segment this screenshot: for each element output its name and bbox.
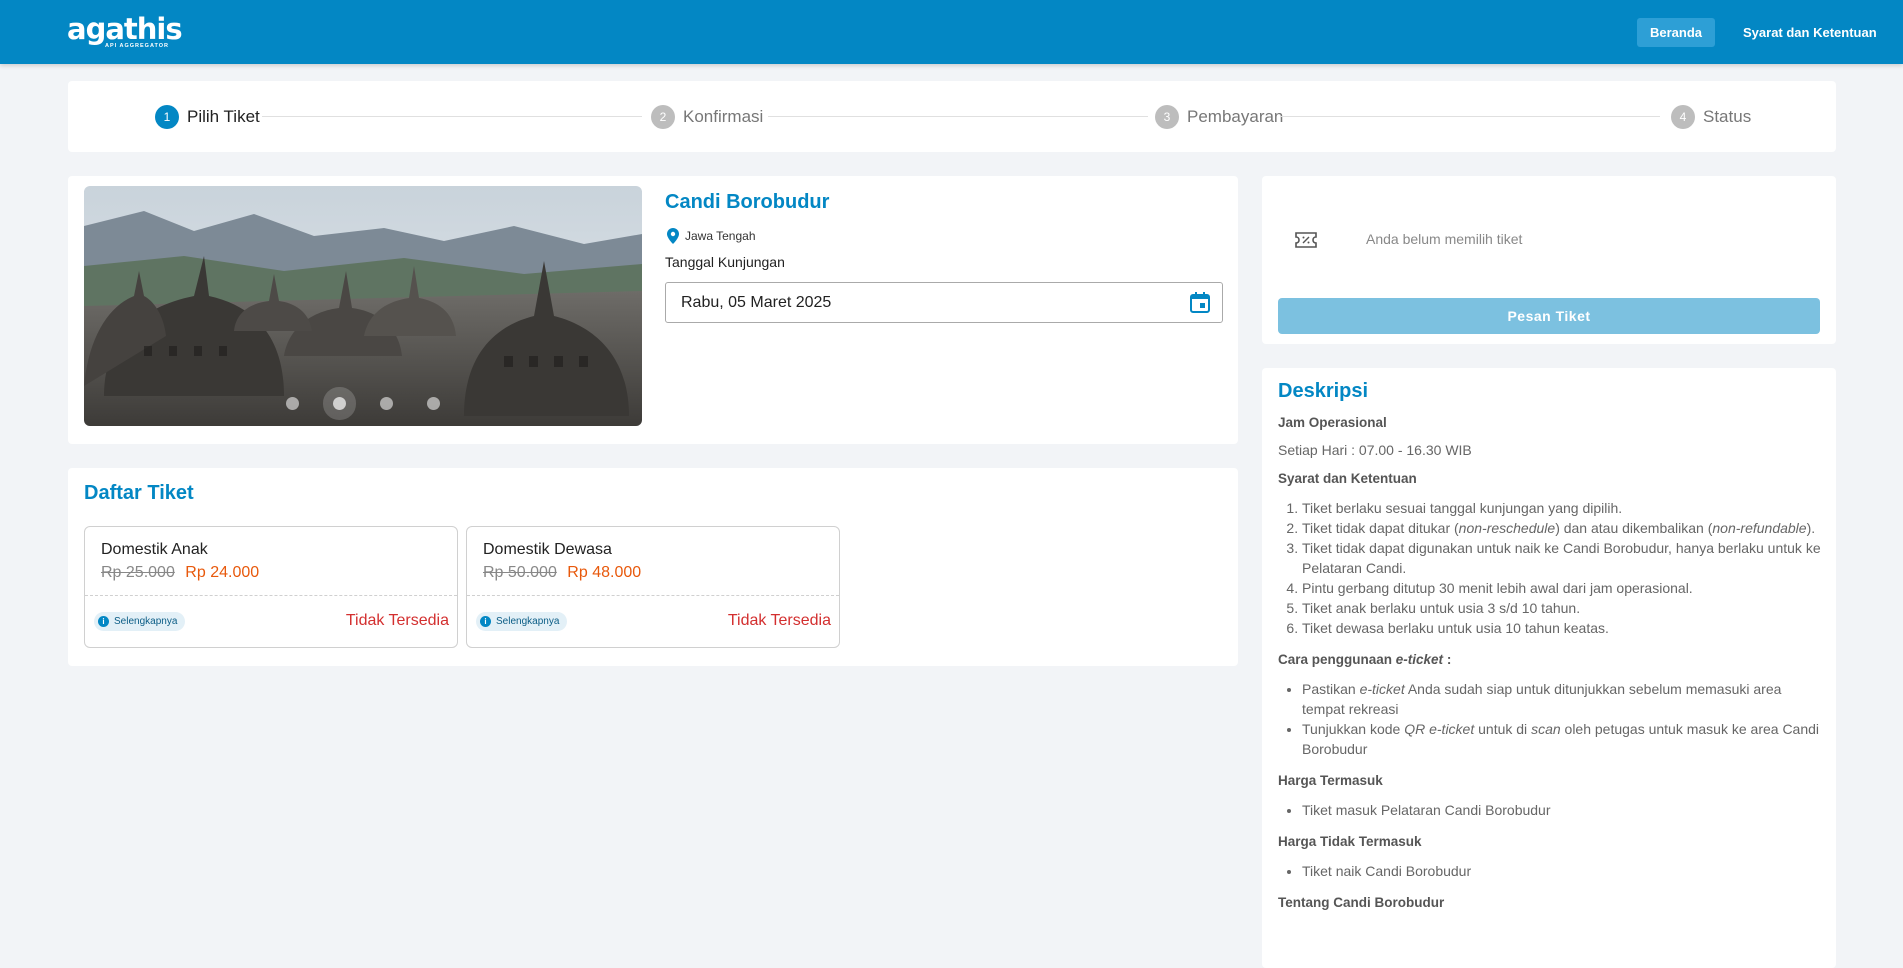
logo-tagline: API AGGREGATOR xyxy=(105,43,170,49)
step-konfirmasi: 2 Konfirmasi xyxy=(651,105,763,129)
step-pilih-tiket: 1 Pilih Tiket xyxy=(155,105,260,129)
step-number: 2 xyxy=(651,105,675,129)
usage-item: Tunjukkan kode QR e-ticket untuk di scan… xyxy=(1302,719,1823,759)
includes-list: Tiket masuk Pelataran Candi Borobudur xyxy=(1278,800,1823,820)
terms-item: Tiket tidak dapat ditukar (non-reschedul… xyxy=(1302,518,1823,538)
step-label: Status xyxy=(1703,107,1752,126)
terms-item: Tiket tidak dapat digunakan untuk naik k… xyxy=(1302,538,1823,578)
ticket-old-price: Rp 25.000 xyxy=(101,564,175,581)
excludes-heading: Harga Tidak Termasuk xyxy=(1278,834,1422,849)
terms-heading: Syarat dan Ketentuan xyxy=(1278,471,1417,486)
step-label: Pilih Tiket xyxy=(187,107,260,126)
ticket-availability: Tidak Tersedia xyxy=(727,612,831,629)
step-label: Konfirmasi xyxy=(683,107,764,126)
step-connector xyxy=(768,116,1148,117)
step-number: 1 xyxy=(155,105,179,129)
info-icon: i xyxy=(480,616,491,627)
order-summary-card: Anda belum memilih tiket Pesan Tiket xyxy=(1262,176,1836,344)
carousel-indicators xyxy=(84,397,642,410)
visit-date-value: Rabu, 05 Maret 2025 xyxy=(681,294,832,311)
excludes-list: Tiket naik Candi Borobudur xyxy=(1278,861,1823,881)
top-navbar: agathis API AGGREGATOR Beranda Syarat da… xyxy=(0,0,1903,64)
nav-home-button[interactable]: Beranda xyxy=(1637,18,1716,47)
hours-text: Setiap Hari : 07.00 - 16.30 WIB xyxy=(1278,442,1472,458)
includes-heading: Harga Termasuk xyxy=(1278,773,1383,788)
borobudur-photo xyxy=(84,186,642,426)
usage-list: Pastikan e-ticket Anda sudah siap untuk … xyxy=(1278,679,1823,759)
ticket-details-button[interactable]: i Selengkapnya xyxy=(94,612,186,631)
ticket-availability: Tidak Tersedia xyxy=(345,612,449,629)
order-ticket-button[interactable]: Pesan Tiket xyxy=(1278,298,1820,334)
includes-item: Tiket masuk Pelataran Candi Borobudur xyxy=(1302,800,1823,820)
calendar-icon[interactable] xyxy=(1190,292,1210,313)
ticket-name: Domestik Dewasa xyxy=(483,541,612,558)
terms-item: Tiket dewasa berlaku untuk usia 10 tahun… xyxy=(1302,618,1823,638)
terms-item: Tiket berlaku sesuai tanggal kunjungan y… xyxy=(1302,498,1823,518)
ticket-prices: Rp 50.000 Rp 48.000 xyxy=(483,564,641,582)
usage-heading: Cara penggunaan e-ticket : xyxy=(1278,652,1452,667)
agathis-logo[interactable]: agathis API AGGREGATOR xyxy=(67,12,183,50)
hours-heading: Jam Operasional xyxy=(1278,415,1387,430)
step-status: 4 Status xyxy=(1671,105,1751,129)
step-number: 4 xyxy=(1671,105,1695,129)
ticket-details-label: Selengkapnya xyxy=(114,616,178,627)
terms-list: Tiket berlaku sesuai tanggal kunjungan y… xyxy=(1278,498,1823,638)
ticket-icon xyxy=(1295,232,1317,248)
terms-item: Pintu gerbang ditutup 30 menit lebih awa… xyxy=(1302,578,1823,598)
step-number: 3 xyxy=(1155,105,1179,129)
logo-wordmark: agathis xyxy=(67,12,183,46)
ticket-list-title: Daftar Tiket xyxy=(84,482,194,504)
nav-terms-link[interactable]: Syarat dan Ketentuan xyxy=(1730,18,1890,47)
ticket-price: Rp 24.000 xyxy=(185,564,260,581)
about-heading: Tentang Candi Borobudur xyxy=(1278,895,1445,910)
location-text: Jawa Tengah xyxy=(685,229,756,243)
ticket-prices: Rp 25.000 Rp 24.000 xyxy=(101,564,259,582)
carousel-dot-4[interactable] xyxy=(427,397,440,410)
ticket-name: Domestik Anak xyxy=(101,541,208,558)
carousel-dot-2[interactable] xyxy=(333,397,346,410)
usage-item: Pastikan e-ticket Anda sudah siap untuk … xyxy=(1302,679,1823,719)
ticket-old-price: Rp 50.000 xyxy=(483,564,557,581)
carousel-dot-1[interactable] xyxy=(286,397,299,410)
ticket-list-card: Daftar Tiket Domestik Anak Rp 25.000 Rp … xyxy=(68,468,1238,666)
ticket-divider xyxy=(467,595,839,596)
visit-date-label: Tanggal Kunjungan xyxy=(665,254,785,270)
ticket-card-anak[interactable]: Domestik Anak Rp 25.000 Rp 24.000 i Sele… xyxy=(84,526,458,648)
checkout-stepper: 1 Pilih Tiket 2 Konfirmasi 3 Pembayaran … xyxy=(68,81,1836,152)
location-pin-icon xyxy=(667,228,679,244)
info-icon: i xyxy=(98,616,109,627)
ticket-details-label: Selengkapnya xyxy=(496,616,560,627)
step-connector xyxy=(262,116,642,117)
image-carousel[interactable] xyxy=(84,186,642,426)
visit-date-field[interactable]: Rabu, 05 Maret 2025 xyxy=(665,282,1223,323)
description-title: Deskripsi xyxy=(1278,380,1369,402)
ticket-card-dewasa[interactable]: Domestik Dewasa Rp 50.000 Rp 48.000 i Se… xyxy=(466,526,840,648)
ticket-price: Rp 48.000 xyxy=(567,564,642,581)
description-card: Deskripsi Jam Operasional Setiap Hari : … xyxy=(1262,368,1836,968)
place-location: Jawa Tengah xyxy=(667,228,756,244)
excludes-item: Tiket naik Candi Borobudur xyxy=(1302,861,1823,881)
step-connector xyxy=(1280,116,1660,117)
step-pembayaran: 3 Pembayaran xyxy=(1155,105,1283,129)
product-card: Candi Borobudur Jawa Tengah Tanggal Kunj… xyxy=(68,176,1238,444)
place-title: Candi Borobudur xyxy=(665,191,830,213)
step-label: Pembayaran xyxy=(1187,107,1284,126)
terms-item: Tiket anak berlaku untuk usia 3 s/d 10 t… xyxy=(1302,598,1823,618)
ticket-divider xyxy=(85,595,457,596)
order-empty-text: Anda belum memilih tiket xyxy=(1366,231,1523,247)
carousel-dot-3[interactable] xyxy=(380,397,393,410)
ticket-details-button[interactable]: i Selengkapnya xyxy=(476,612,568,631)
